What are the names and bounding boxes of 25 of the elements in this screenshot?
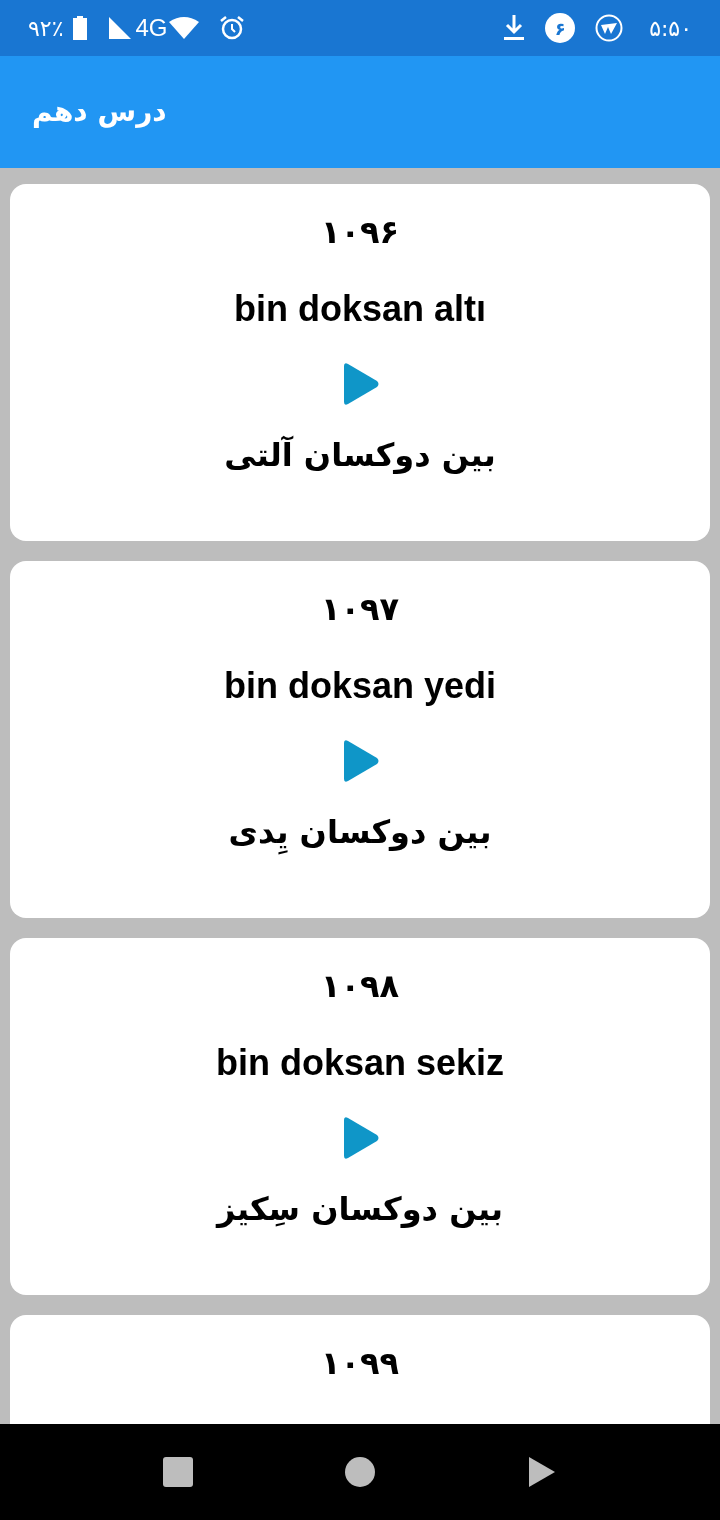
network-type: 4G [135,13,168,43]
clock: ۵:۵۰ [649,14,692,43]
home-button[interactable] [344,1456,376,1488]
persian-text: بین دوکسان آلتی [224,435,496,476]
number-text: ۱۰۹۶ [320,212,400,252]
download-icon [503,15,526,41]
number-text: ۱۰۹۹ [320,1343,400,1383]
turkish-text: bin doksan sekiz [215,1041,505,1085]
signal-icon [109,17,132,39]
battery-percent: ۹۲٪ [28,14,64,43]
turkish-text: bin doksan altı [233,287,486,331]
recents-button[interactable] [162,1456,194,1488]
notification-badge: ۶ [545,13,576,43]
triangle-icon [527,1455,557,1489]
app-icon [595,14,624,42]
battery-icon [73,16,88,40]
turkish-text: bin doksan yedi [223,664,497,708]
app-bar-title: درس دهم [32,94,167,130]
square-icon [163,1457,193,1487]
number-text: ۱۰۹۷ [320,589,400,629]
wifi-icon [169,17,200,39]
number-text: ۱۰۹۸ [320,966,400,1006]
persian-text: بین دوکسان سِکیز [217,1189,503,1230]
alarm-icon [219,15,246,41]
persian-text: بین دوکسان یِدی [228,807,492,857]
